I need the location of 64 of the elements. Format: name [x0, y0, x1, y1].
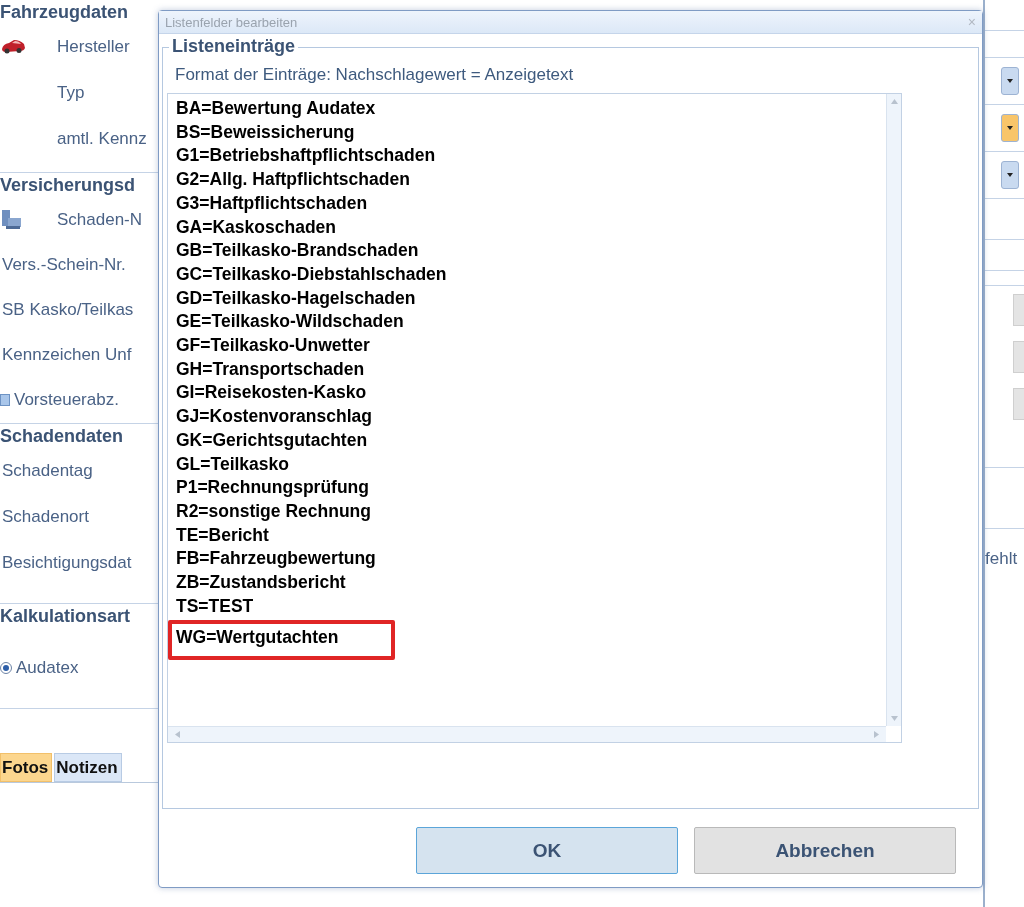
field-label: SB Kasko/Teilkas [2, 299, 134, 320]
list-entry[interactable]: FB=Fahrzeugbewertung [176, 547, 376, 572]
list-entry[interactable]: TS=TEST [176, 594, 254, 619]
window-title: Listenfelder bearbeiten [165, 14, 298, 30]
dialog-button[interactable]: OK [416, 827, 678, 874]
dialog-button[interactable]: Abbrechen [694, 827, 956, 874]
caret-icon [1007, 126, 1013, 130]
field-label: Besichtigungsdat [2, 553, 132, 573]
scroll-down-icon [890, 715, 898, 722]
list-entry[interactable]: TE=Bericht [176, 523, 269, 548]
format-hint: Format der Einträge: Nachschlagewert = Anzeigetext [175, 65, 575, 85]
list-entry[interactable]: GE=Teilkasko-Wildschaden [176, 310, 404, 335]
list-entry[interactable]: GK=Gerichtsgutachten [176, 428, 368, 453]
list-entry[interactable]: BS=Beweissicherung [176, 120, 355, 145]
section-title: Schadendaten [0, 425, 125, 448]
section-title: Versicherungsd [0, 174, 137, 197]
list-entry[interactable]: GJ=Kostenvoranschlag [176, 405, 372, 429]
tab[interactable]: Fotos [0, 753, 53, 782]
list-entry[interactable]: GF=Teilkasko-Unwetter [176, 334, 370, 358]
list-box[interactable] [167, 93, 902, 743]
checkbox-label: Vorsteuerabz. [14, 389, 119, 410]
field-label: Schadenort [2, 507, 89, 527]
list-entry[interactable]: G1=Betriebshaftpflichtschaden [176, 144, 436, 169]
list-entry[interactable]: WG=Wertgutachten [168, 620, 395, 661]
vertical-scrollbar[interactable] [886, 94, 901, 726]
car-icon [0, 39, 26, 55]
scroll-right-icon [873, 731, 880, 738]
list-entry[interactable]: ZB=Zustandsbericht [176, 571, 346, 595]
caret-icon [1007, 79, 1013, 83]
list-entry[interactable]: GD=Teilkasko-Hagelschaden [176, 286, 416, 311]
list-entry[interactable]: GL=Teilkasko [176, 452, 289, 477]
list-entry[interactable]: GC=Teilkasko-Diebstahlschaden [176, 262, 447, 287]
field-label: Schadentag [2, 461, 93, 481]
list-entry[interactable]: GA=Kaskoschaden [176, 215, 336, 240]
list-entry[interactable]: G2=Allg. Haftpflichtschaden [176, 168, 410, 192]
dropdown-button[interactable] [1001, 67, 1019, 95]
field-label: Schaden-N [57, 209, 143, 230]
scroll-left-icon [174, 731, 181, 738]
list-entry[interactable]: G3=Haftpflichtschaden [176, 191, 368, 216]
field-label: amtl. Kennz [57, 129, 147, 149]
radio-label: Audatex [16, 658, 79, 678]
caret-icon [1007, 173, 1013, 177]
dropdown-button[interactable] [1001, 161, 1019, 189]
list-entry[interactable]: R2=sonstige Rechnung [176, 499, 371, 524]
dropdown-button[interactable] [1001, 114, 1019, 142]
list-entry[interactable]: GH=Transportschaden [176, 357, 365, 382]
list-entry[interactable]: BA=Bewertung Audatex [176, 97, 376, 121]
status-text: fehlt [985, 549, 1019, 569]
list-entry[interactable]: GB=Teilkasko-Brandschaden [176, 239, 419, 263]
list-entry[interactable]: P1=Rechnungsprüfung [176, 476, 369, 500]
section-title: Kalkulationsart [0, 605, 132, 628]
group-title: Listeneinträge [169, 36, 299, 57]
tab[interactable]: Notizen [54, 753, 122, 782]
computer-icon [0, 208, 22, 231]
scroll-up-icon [890, 98, 898, 105]
horizontal-scrollbar[interactable] [168, 726, 886, 742]
field-label: Kennzeichen Unf [2, 344, 132, 365]
checkbox[interactable] [0, 393, 10, 406]
field-label: Typ [57, 83, 85, 103]
radio-button[interactable] [0, 662, 12, 674]
field-label: Hersteller [57, 37, 130, 57]
list-entry[interactable]: GI=Reisekosten-Kasko [176, 381, 367, 406]
field-label: Vers.-Schein-Nr. [2, 254, 126, 275]
section-title: Fahrzeugdaten [0, 1, 129, 24]
